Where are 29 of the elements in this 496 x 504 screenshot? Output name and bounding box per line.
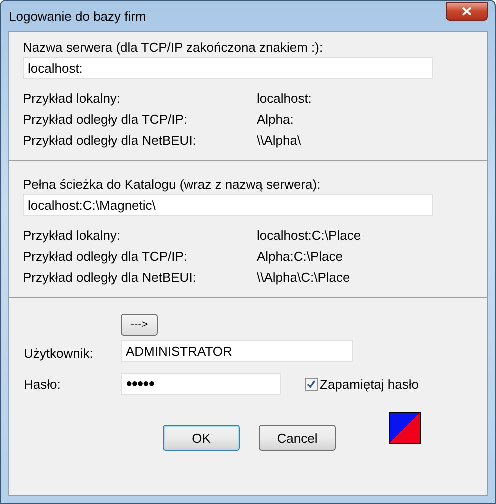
example-label: Przykład lokalny:: [23, 228, 122, 243]
cancel-button[interactable]: Cancel: [259, 425, 336, 451]
logo-icon: [389, 412, 421, 444]
field-label: Nazwa serwera (dla TCP/IP zakończona znakiem :):: [23, 39, 324, 57]
catalog-path-field[interactable]: localhost:C:\Magnetic\: [23, 194, 433, 216]
example-value: \\Alpha\C:\Place: [257, 270, 352, 285]
example-label: Przykład odległy dla TCP/IP:: [23, 112, 188, 127]
password-label: Hasło:: [24, 376, 62, 392]
example-label: Przykład odległy dla TCP/IP:: [23, 249, 188, 264]
password-field[interactable]: ●●●●●: [121, 373, 281, 395]
close-button[interactable]: [446, 2, 488, 20]
example-value: localhost:C:\Place: [257, 228, 362, 243]
ok-button[interactable]: OK: [163, 425, 240, 451]
example-value: \\Alpha\: [257, 133, 302, 148]
field-label: Pełna ścieżka do Katalogu (wraz z nazwą serwera):: [23, 176, 322, 194]
example-value: Alpha:: [257, 112, 295, 127]
remember-checkbox[interactable]: [305, 378, 318, 390]
user-field[interactable]: ADMINISTRATOR: [121, 340, 353, 362]
example-label: Przykład odległy dla NetBEUI:: [23, 270, 198, 285]
user-label: Użytkownik:: [24, 346, 94, 360]
server-field[interactable]: localhost:: [23, 57, 433, 79]
arrow-button[interactable]: --->: [121, 314, 158, 336]
example-label: Przykład lokalny:: [23, 91, 122, 106]
example-label: Przykład odległy dla NetBEUI:: [23, 133, 198, 148]
example-value: localhost:: [257, 91, 313, 106]
close-icon: [462, 6, 472, 16]
remember-label[interactable]: Zapamiętaj hasło: [320, 376, 419, 392]
window-title: Logowanie do bazy firm: [9, 8, 146, 24]
example-value: Alpha:C:\Place: [257, 249, 344, 264]
